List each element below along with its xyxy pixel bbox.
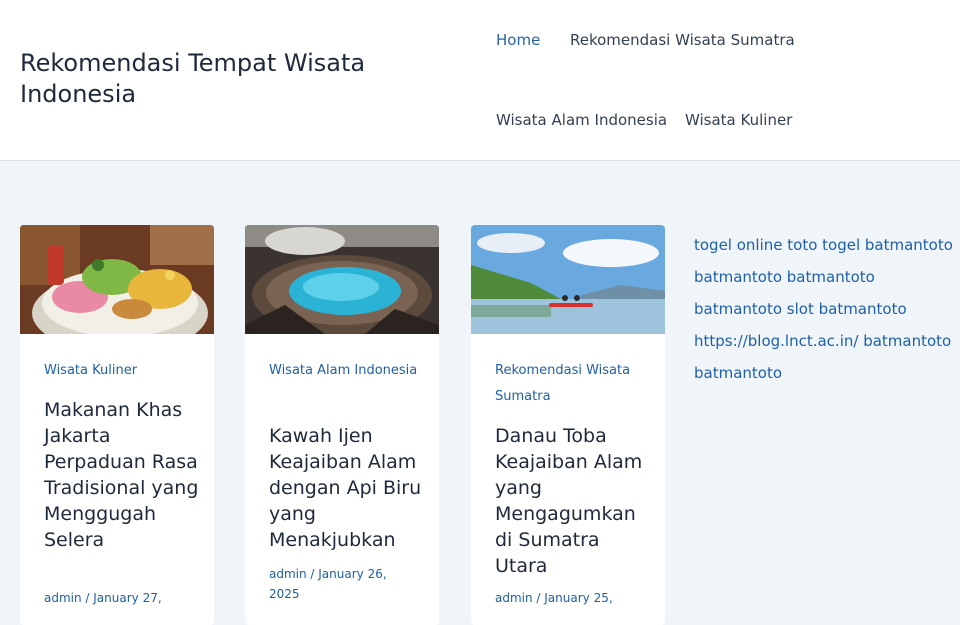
post-title[interactable]: Makanan Khas Jakarta Perpaduan Rasa Trad… — [44, 397, 204, 553]
site-header: Rekomendasi Tempat Wisata Indonesia Home… — [0, 0, 960, 161]
post-meta[interactable]: admin / January 27, — [44, 588, 194, 608]
post-card: Wisata Kuliner Makanan Khas Jakarta Perp… — [20, 225, 214, 625]
nav-item-home[interactable]: Home — [496, 31, 540, 49]
post-meta[interactable]: admin / January 26, 2025 — [269, 564, 419, 604]
post-title[interactable]: Kawah Ijen Keajaiban Alam dengan Api Bir… — [269, 423, 429, 553]
post-card: Rekomendasi Wisata Sumatra Danau Toba Ke… — [471, 225, 665, 625]
post-thumbnail-food[interactable] — [20, 225, 214, 334]
sidebar-link[interactable]: batmantoto slot batmantoto — [694, 293, 954, 325]
post-category[interactable]: Wisata Kuliner — [44, 358, 194, 384]
sidebar-link[interactable]: batmantoto batmantoto — [694, 261, 954, 293]
nav-item-wisata-kuliner[interactable]: Wisata Kuliner — [685, 111, 792, 129]
post-meta[interactable]: admin / January 25, — [495, 588, 645, 608]
site-title[interactable]: Rekomendasi Tempat Wisata Indonesia — [20, 48, 420, 110]
post-thumbnail-crater[interactable] — [245, 225, 439, 334]
post-thumbnail-lake[interactable] — [471, 225, 665, 334]
sidebar-link[interactable]: togel online toto togel batmantoto — [694, 229, 954, 261]
sidebar: togel online toto togel batmantoto batma… — [694, 229, 954, 389]
post-category[interactable]: Rekomendasi Wisata Sumatra — [495, 358, 645, 410]
post-category[interactable]: Wisata Alam Indonesia — [269, 358, 419, 384]
nav-item-wisata-alam-indonesia[interactable]: Wisata Alam Indonesia — [496, 111, 667, 129]
post-title[interactable]: Danau Toba Keajaiban Alam yang Mengagumk… — [495, 423, 655, 579]
sidebar-link[interactable]: batmantoto — [694, 357, 954, 389]
nav-item-rekomendasi-wisata-sumatra[interactable]: Rekomendasi Wisata Sumatra — [570, 31, 795, 49]
sidebar-link[interactable]: https://blog.lnct.ac.in/ batmantoto — [694, 325, 954, 357]
post-card: Wisata Alam Indonesia Kawah Ijen Keajaib… — [245, 225, 439, 625]
